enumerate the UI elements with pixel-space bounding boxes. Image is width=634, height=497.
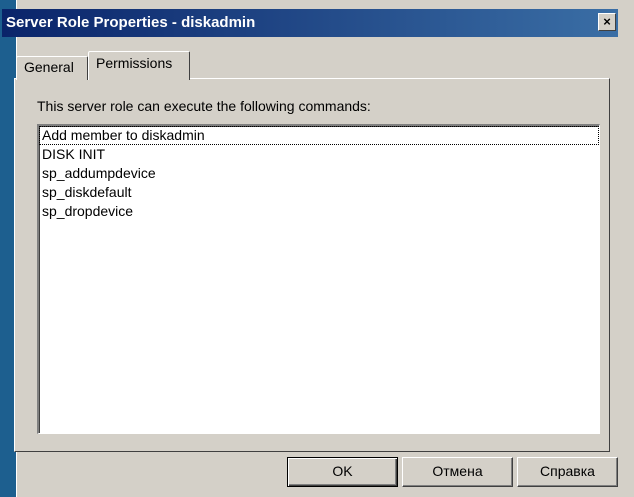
list-item[interactable]: sp_diskdefault [39,183,599,202]
tab-general[interactable]: General [16,56,88,80]
tab-permissions-label: Permissions [96,55,173,71]
commands-description: This server role can execute the followi… [37,98,371,114]
list-item[interactable]: sp_addumpdevice [39,164,599,183]
close-icon: × [603,14,611,29]
title-bar[interactable]: Server Role Properties - diskadmin × [2,9,618,37]
close-button[interactable]: × [598,13,616,31]
list-item[interactable]: Add member to diskadmin [39,126,599,145]
tab-general-label: General [24,59,74,75]
tab-permissions[interactable]: Permissions [88,51,190,80]
help-button[interactable]: Справка [517,457,618,487]
list-item[interactable]: DISK INIT [39,145,599,164]
window-title: Server Role Properties - diskadmin [6,14,256,31]
cancel-button[interactable]: Отмена [402,457,513,487]
commands-listbox[interactable]: Add member to diskadmin DISK INIT sp_add… [37,124,600,434]
ok-button[interactable]: OK [287,457,398,487]
list-item[interactable]: sp_dropdevice [39,202,599,221]
